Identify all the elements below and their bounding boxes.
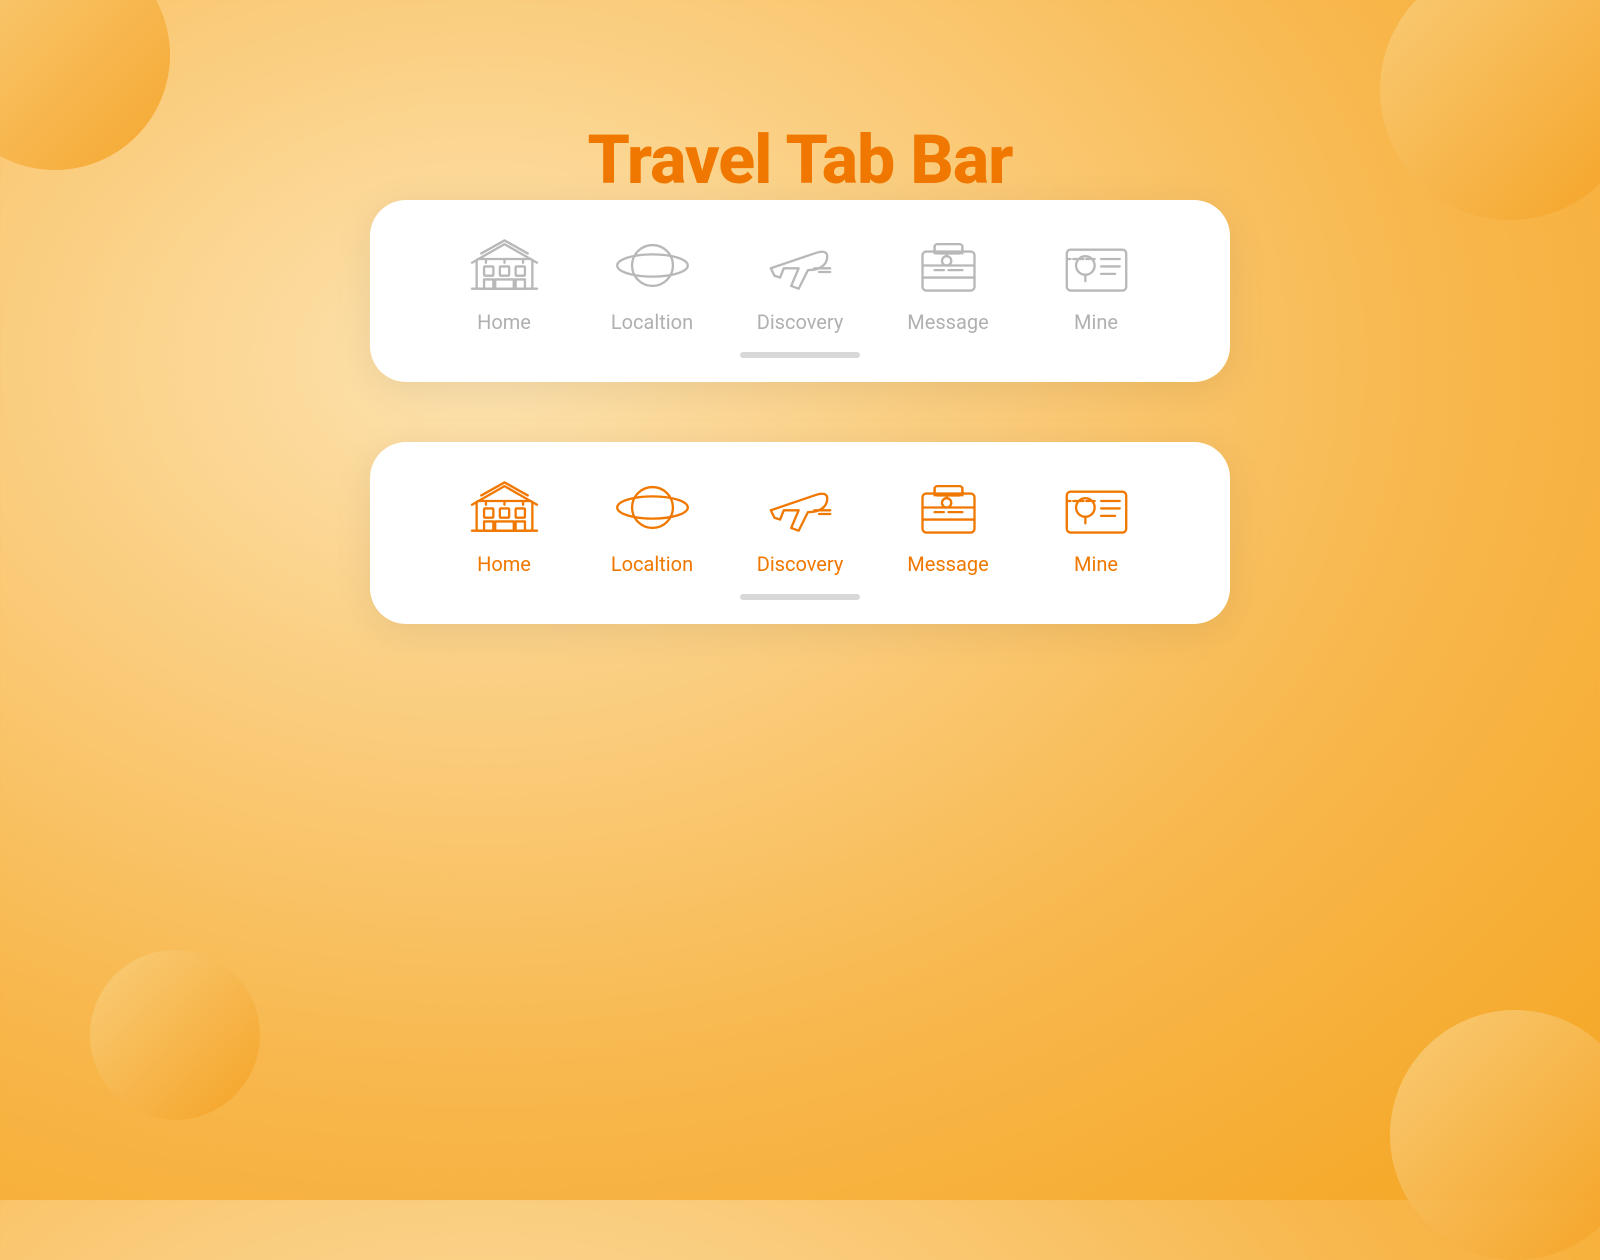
tab-mine-inactive[interactable]: Mine (1022, 230, 1170, 334)
location-active-icon (612, 472, 692, 542)
tab-discovery-inactive[interactable]: Discovery (726, 230, 874, 334)
message-active-icon (908, 472, 988, 542)
message-icon (908, 230, 988, 300)
tabbar-active-items: Home Localtion Discovery (430, 472, 1170, 576)
tabbar-active: Home Localtion Discovery (370, 442, 1230, 624)
tab-message-inactive-label: Message (907, 310, 988, 334)
tab-location-inactive[interactable]: Localtion (578, 230, 726, 334)
tab-home-active[interactable]: Home (430, 472, 578, 576)
tab-discovery-active-label: Discovery (757, 552, 844, 576)
tab-message-active-label: Message (907, 552, 988, 576)
home-icon (464, 230, 544, 300)
tab-location-active[interactable]: Localtion (578, 472, 726, 576)
tab-home-inactive-label: Home (477, 310, 531, 334)
scroll-indicator-inactive (740, 352, 860, 358)
mine-active-icon (1056, 472, 1136, 542)
tab-location-inactive-label: Localtion (611, 310, 693, 334)
tab-message-inactive[interactable]: Message (874, 230, 1022, 334)
tab-home-inactive[interactable]: Home (430, 230, 578, 334)
tab-location-active-label: Localtion (611, 552, 693, 576)
tab-mine-active-label: Mine (1074, 552, 1118, 576)
location-icon (612, 230, 692, 300)
mine-icon (1056, 230, 1136, 300)
tab-message-active[interactable]: Message (874, 472, 1022, 576)
discovery-active-icon (760, 472, 840, 542)
page-title: Travel Tab Bar (588, 120, 1013, 200)
home-active-icon (464, 472, 544, 542)
decorative-circle-bottom-right (1390, 1010, 1600, 1260)
tab-mine-inactive-label: Mine (1074, 310, 1118, 334)
decorative-circle-top-left (0, 0, 170, 170)
tab-discovery-active[interactable]: Discovery (726, 472, 874, 576)
scroll-indicator-active (740, 594, 860, 600)
tabbar-inactive: Home Localtion (370, 200, 1230, 382)
tabbar-inactive-items: Home Localtion (430, 230, 1170, 334)
tab-discovery-inactive-label: Discovery (757, 310, 844, 334)
tab-mine-active[interactable]: Mine (1022, 472, 1170, 576)
decorative-circle-bottom-left (90, 950, 260, 1120)
tab-home-active-label: Home (477, 552, 531, 576)
discovery-icon (760, 230, 840, 300)
decorative-circle-top-right (1380, 0, 1600, 220)
